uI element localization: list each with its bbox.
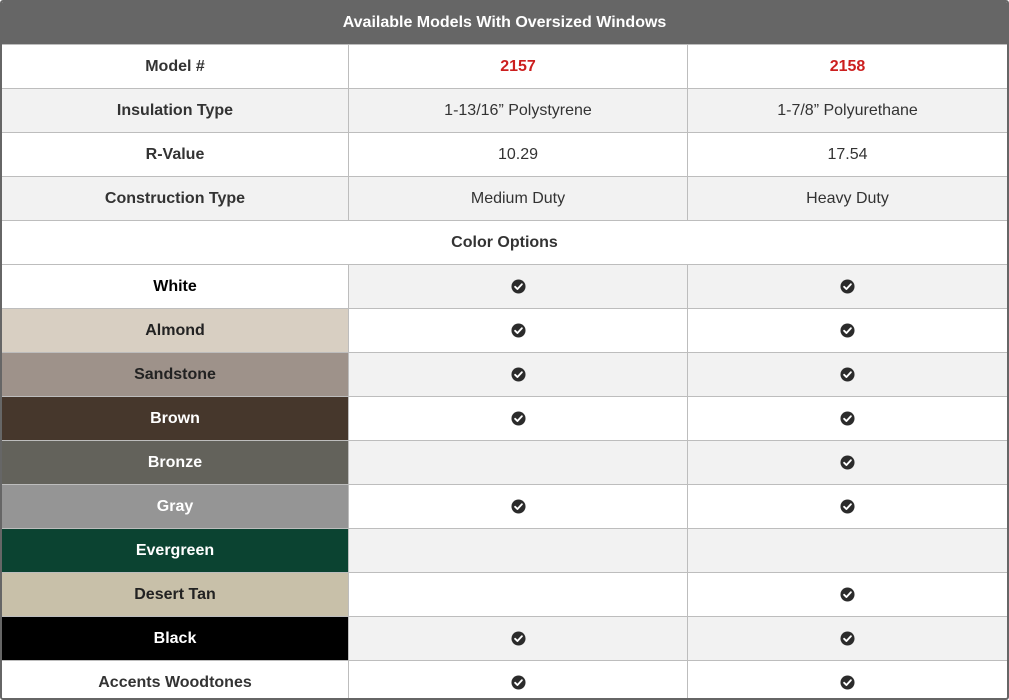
color-swatch-label: Brown bbox=[2, 397, 348, 440]
table-cell: 1-7/8” Polyurethane bbox=[687, 89, 1007, 132]
check-circle-icon bbox=[510, 367, 526, 382]
model-2158: 2158 bbox=[687, 45, 1007, 88]
color-swatch-label: Desert Tan bbox=[2, 573, 348, 616]
check-circle-icon bbox=[510, 675, 526, 690]
availability-cell-2157 bbox=[348, 309, 687, 352]
color-options-heading: Color Options bbox=[451, 233, 558, 251]
check-circle-icon bbox=[840, 587, 855, 602]
color-row-accents-woodtones: Accents Woodtones bbox=[2, 660, 1007, 698]
table-row: Insulation Type 1-13/16” Polystyrene 1-7… bbox=[2, 88, 1007, 132]
availability-cell-2157 bbox=[348, 441, 687, 484]
availability-cell-2157 bbox=[348, 353, 687, 396]
table-cell: 17.54 bbox=[687, 133, 1007, 176]
check-circle-icon bbox=[840, 279, 855, 294]
color-swatch-label: Black bbox=[2, 617, 348, 660]
color-swatch-label: Gray bbox=[2, 485, 348, 528]
color-row-evergreen: Evergreen bbox=[2, 528, 1007, 572]
check-circle-icon bbox=[510, 499, 526, 514]
color-rows: White Almond Sandstone Brown Bronze Gray Everg… bbox=[2, 264, 1007, 698]
check-circle-icon bbox=[840, 675, 855, 690]
table-title: Available Models With Oversized Windows bbox=[2, 2, 1007, 44]
availability-cell-2158 bbox=[687, 441, 1007, 484]
row-label: Model # bbox=[145, 57, 205, 75]
availability-cell-2157 bbox=[348, 661, 687, 698]
check-circle-icon bbox=[840, 323, 855, 338]
row-label: Insulation Type bbox=[2, 89, 348, 132]
row-label: R-Value bbox=[145, 145, 205, 163]
availability-cell-2158 bbox=[687, 661, 1007, 698]
color-row-white: White bbox=[2, 264, 1007, 308]
color-options-header-row: Color Options bbox=[2, 220, 1007, 264]
color-row-black: Black bbox=[2, 616, 1007, 660]
table-row: R-Value 10.29 17.54 bbox=[2, 132, 1007, 176]
table-row: Model # 2157 2158 bbox=[2, 44, 1007, 88]
color-row-desert-tan: Desert Tan bbox=[2, 572, 1007, 616]
check-circle-icon bbox=[840, 411, 855, 426]
color-row-almond: Almond bbox=[2, 308, 1007, 352]
color-row-gray: Gray bbox=[2, 484, 1007, 528]
availability-cell-2157 bbox=[348, 397, 687, 440]
check-circle-icon bbox=[510, 411, 526, 426]
color-row-brown: Brown bbox=[2, 396, 1007, 440]
availability-cell-2158 bbox=[687, 265, 1007, 308]
availability-cell-2158 bbox=[687, 573, 1007, 616]
availability-cell-2157 bbox=[348, 617, 687, 660]
color-row-bronze: Bronze bbox=[2, 440, 1007, 484]
availability-cell-2158 bbox=[687, 397, 1007, 440]
table-cell: 10.29 bbox=[348, 133, 687, 176]
models-table: Available Models With Oversized Windows … bbox=[0, 0, 1009, 700]
check-circle-icon bbox=[510, 323, 526, 338]
availability-cell-2157 bbox=[348, 573, 687, 616]
color-swatch-label: White bbox=[2, 265, 348, 308]
availability-cell-2157 bbox=[348, 265, 687, 308]
color-row-sandstone: Sandstone bbox=[2, 352, 1007, 396]
color-swatch-label: Accents Woodtones bbox=[2, 661, 348, 698]
check-circle-icon bbox=[840, 631, 855, 646]
availability-cell-2157 bbox=[348, 485, 687, 528]
check-circle-icon bbox=[510, 631, 526, 646]
check-circle-icon bbox=[510, 279, 526, 294]
availability-cell-2158 bbox=[687, 309, 1007, 352]
availability-cell-2158 bbox=[687, 529, 1007, 572]
check-circle-icon bbox=[840, 367, 855, 382]
color-swatch-label: Evergreen bbox=[2, 529, 348, 572]
availability-cell-2158 bbox=[687, 485, 1007, 528]
row-label: Construction Type bbox=[2, 177, 348, 220]
model-2157: 2157 bbox=[348, 45, 687, 88]
table-cell: Medium Duty bbox=[348, 177, 687, 220]
availability-cell-2158 bbox=[687, 353, 1007, 396]
check-circle-icon bbox=[840, 499, 855, 514]
color-swatch-label: Bronze bbox=[2, 441, 348, 484]
availability-cell-2158 bbox=[687, 617, 1007, 660]
color-swatch-label: Sandstone bbox=[2, 353, 348, 396]
table-cell: Heavy Duty bbox=[687, 177, 1007, 220]
table-cell: 1-13/16” Polystyrene bbox=[348, 89, 687, 132]
availability-cell-2157 bbox=[348, 529, 687, 572]
check-circle-icon bbox=[840, 455, 855, 470]
color-swatch-label: Almond bbox=[2, 309, 348, 352]
table-row: Construction Type Medium Duty Heavy Duty bbox=[2, 176, 1007, 220]
